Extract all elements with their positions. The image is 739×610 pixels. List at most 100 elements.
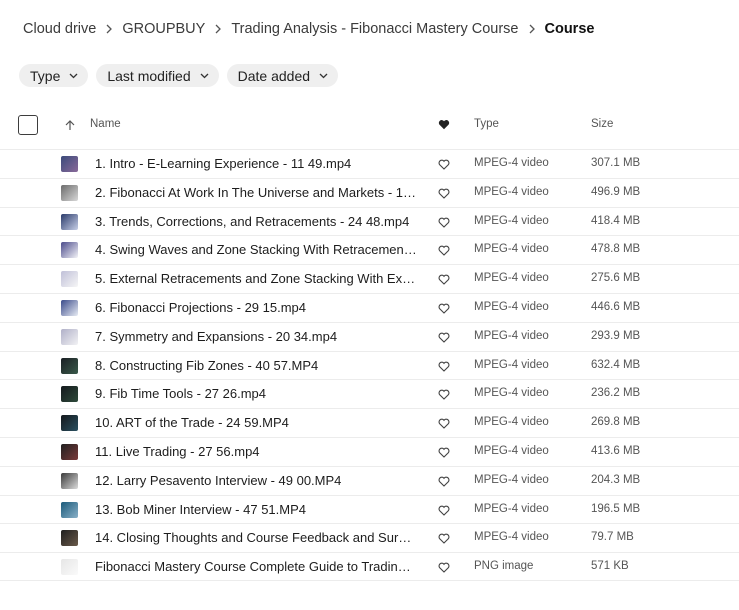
file-row[interactable]: 1. Intro - E-Learning Experience - 11 49… [0, 149, 739, 178]
filter-bar: Type Last modified Date added [19, 64, 339, 87]
file-name: 6. Fibonacci Projections - 29 15.mp4 [95, 299, 306, 315]
file-thumbnail [61, 559, 78, 576]
file-name: 10. ART of the Trade - 24 59.MP4 [95, 415, 289, 431]
favorite-heart-outline-icon[interactable] [438, 159, 450, 170]
favorite-heart-outline-icon[interactable] [438, 361, 450, 372]
file-name: Fibonacci Mastery Course Complete Guide … [95, 559, 417, 575]
type-filter-button[interactable]: Type [19, 64, 89, 87]
file-row[interactable]: 13. Bob Miner Interview - 47 51.MP4 MPEG-… [0, 494, 739, 524]
file-row[interactable]: 12. Larry Pesavento Interview - 49 00.MP… [0, 465, 739, 495]
date-added-filter-label: Date added [237, 67, 311, 84]
favorite-heart-outline-icon[interactable] [438, 245, 450, 257]
file-type: MPEG-4 video [474, 444, 549, 457]
favorite-heart-outline-icon[interactable] [438, 303, 450, 314]
file-thumbnail [61, 501, 78, 518]
file-type: MPEG-4 video [474, 214, 549, 227]
file-size: 478.8 MB [591, 243, 641, 256]
file-row[interactable]: 8. Constructing Fib Zones - 40 57.MP4 MPE… [0, 350, 739, 380]
file-list: 1. Intro - E-Learning Experience - 11 49… [0, 149, 739, 581]
file-size: 204.3 MB [591, 473, 641, 486]
file-name: 8. Constructing Fib Zones - 40 57.MP4 [95, 357, 319, 373]
file-thumbnail [61, 271, 78, 288]
sort-arrow-up-icon[interactable] [64, 119, 76, 131]
file-size: 632.4 MB [591, 358, 641, 371]
file-name: 7. Symmetry and Expansions - 20 34.mp4 [95, 328, 338, 344]
file-name: 13. Bob Miner Interview - 47 51.MP4 [95, 501, 306, 517]
file-name: 1. Intro - E-Learning Experience - 11 49… [95, 156, 352, 171]
file-thumbnail [61, 530, 78, 547]
favorite-heart-outline-icon[interactable] [438, 188, 450, 199]
file-name: 12. Larry Pesavento Interview - 49 00.MP… [95, 472, 342, 488]
file-type: MPEG-4 video [474, 329, 549, 342]
last-modified-filter-button[interactable]: Last modified [96, 64, 219, 87]
favorite-heart-outline-icon[interactable] [438, 332, 450, 343]
last-modified-filter-label: Last modified [107, 67, 191, 84]
favorite-heart-outline-icon[interactable] [438, 476, 450, 487]
file-row[interactable]: 10. ART of the Trade - 24 59.MP4 MPEG-4 v… [0, 408, 739, 437]
file-thumbnail [61, 328, 78, 345]
favorite-heart-outline-icon[interactable] [438, 274, 450, 285]
file-type: MPEG-4 video [474, 473, 549, 486]
breadcrumb: Cloud drive GROUPBUY Trading Analysis - … [23, 19, 594, 39]
file-thumbnail [61, 184, 78, 201]
favorite-heart-outline-icon[interactable] [438, 505, 450, 516]
column-header-size: Size [591, 118, 614, 130]
file-size: 79.7 MB [591, 531, 634, 544]
favorite-heart-outline-icon[interactable] [438, 418, 450, 429]
file-name: 11. Live Trading - 27 56.mp4 [95, 443, 260, 459]
table-header: Name Type Size [0, 111, 739, 139]
chevron-down-icon [69, 73, 78, 78]
file-name: 3. Trends, Corrections, and Retracements… [95, 213, 410, 229]
favorite-heart-outline-icon[interactable] [438, 533, 450, 545]
file-name: 9. Fib Time Tools - 27 26.mp4 [95, 386, 267, 402]
file-row[interactable]: 9. Fib Time Tools - 27 26.mp4 MPEG-4 vide… [0, 379, 739, 408]
chevron-right-icon [205, 21, 231, 37]
favorite-heart-icon[interactable] [438, 119, 450, 130]
file-thumbnail [61, 156, 78, 172]
file-name: 14. Closing Thoughts and Course Feedback… [95, 530, 417, 546]
file-name: 5. External Retracements and Zone Stacki… [95, 271, 417, 287]
file-type: MPEG-4 video [474, 387, 549, 400]
column-header-type: Type [474, 118, 499, 130]
file-size: 418.4 MB [591, 214, 641, 227]
date-added-filter-button[interactable]: Date added [226, 64, 339, 87]
file-row[interactable]: 2. Fibonacci At Work In The Universe and… [0, 177, 739, 207]
breadcrumb-groupbuy[interactable]: GROUPBUY [122, 21, 205, 37]
file-thumbnail [61, 242, 78, 259]
file-row[interactable]: 7. Symmetry and Expansions - 20 34.mp4 MP… [0, 321, 739, 351]
file-row[interactable]: 14. Closing Thoughts and Course Feedback… [0, 523, 739, 552]
file-type: MPEG-4 video [474, 185, 549, 198]
file-row[interactable]: Fibonacci Mastery Course Complete Guide … [0, 552, 739, 581]
file-type: MPEG-4 video [474, 531, 549, 544]
breadcrumb-fibonacci-course[interactable]: Trading Analysis - Fibonacci Mastery Cou… [231, 21, 518, 37]
chevron-down-icon [200, 73, 209, 78]
file-type: MPEG-4 video [474, 358, 549, 371]
file-type: MPEG-4 video [474, 243, 549, 256]
favorite-heart-outline-icon[interactable] [438, 562, 450, 573]
file-size: 275.6 MB [591, 272, 641, 285]
column-header-name[interactable]: Name [90, 118, 121, 130]
file-name: 2. Fibonacci At Work In The Universe and… [95, 184, 417, 200]
file-thumbnail [61, 213, 78, 230]
file-thumbnail [61, 386, 78, 403]
select-all-checkbox[interactable] [18, 115, 38, 135]
favorite-heart-outline-icon[interactable] [438, 217, 450, 228]
file-thumbnail [61, 443, 78, 460]
favorite-heart-outline-icon[interactable] [438, 447, 450, 458]
file-row[interactable]: 5. External Retracements and Zone Stacki… [0, 264, 739, 293]
file-row[interactable]: 6. Fibonacci Projections - 29 15.mp4 MPEG… [0, 292, 739, 322]
file-size: 446.6 MB [591, 300, 641, 313]
file-name: 4. Swing Waves and Zone Stacking With Re… [95, 242, 417, 258]
favorite-heart-outline-icon[interactable] [438, 389, 450, 401]
chevron-down-icon [319, 73, 328, 78]
file-row[interactable]: 3. Trends, Corrections, and Retracements… [0, 206, 739, 236]
file-row[interactable]: 4. Swing Waves and Zone Stacking With Re… [0, 235, 739, 264]
file-type: PNG image [474, 560, 534, 573]
file-type: MPEG-4 video [474, 300, 549, 313]
file-row[interactable]: 11. Live Trading - 27 56.mp4 MPEG-4 video… [0, 436, 739, 466]
file-type: MPEG-4 video [474, 416, 549, 429]
breadcrumb-cloud-drive[interactable]: Cloud drive [23, 21, 96, 37]
file-size: 307.1 MB [591, 157, 641, 169]
file-size: 496.9 MB [591, 185, 641, 198]
file-size: 196.5 MB [591, 502, 641, 515]
